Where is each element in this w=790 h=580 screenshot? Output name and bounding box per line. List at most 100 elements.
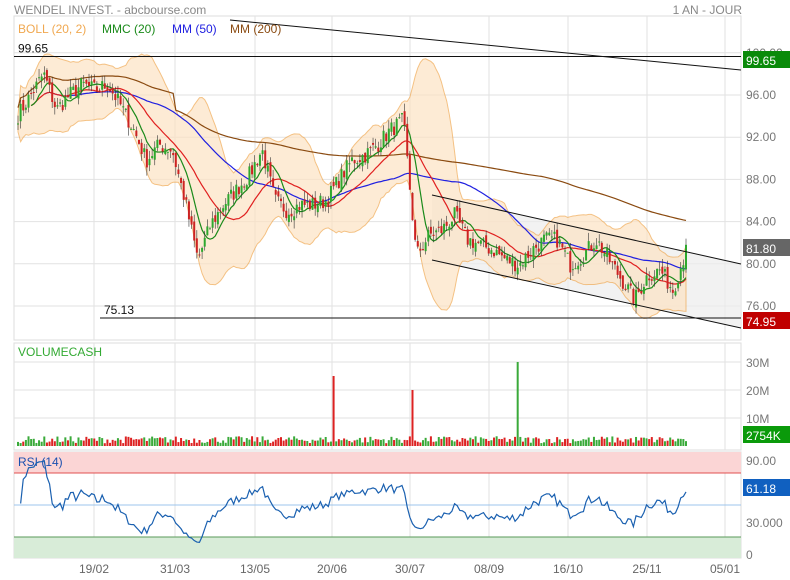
volume-bar <box>356 439 359 446</box>
volume-bar <box>109 442 112 446</box>
candle-body <box>98 90 101 92</box>
candle-body <box>248 166 251 186</box>
candle-body <box>193 221 196 241</box>
volume-bar <box>279 437 282 446</box>
candle-body <box>287 214 290 223</box>
candle-body <box>198 254 201 256</box>
volume-bar <box>293 436 296 446</box>
volume-bar <box>72 441 75 446</box>
candle-body <box>493 252 496 257</box>
volume-bar <box>566 438 569 446</box>
price-tick-label: 96.00 <box>746 88 776 102</box>
volume-bar <box>198 439 201 446</box>
candle-body <box>324 200 327 207</box>
volume-bar <box>669 437 672 446</box>
volume-bar <box>574 441 577 446</box>
candle-body <box>77 87 80 99</box>
candle-body <box>153 147 156 160</box>
volume-bar <box>395 438 398 446</box>
candle-body <box>116 93 119 99</box>
volume-bar <box>495 436 498 446</box>
candle-body <box>119 96 122 105</box>
candle-body <box>435 230 438 233</box>
candle-body <box>382 130 385 148</box>
volume-bar <box>32 438 35 446</box>
volume-bar <box>43 436 46 446</box>
volume-bar <box>151 436 154 446</box>
volume-bar <box>211 438 214 446</box>
volume-bar <box>372 440 375 446</box>
volume-bar <box>95 440 98 446</box>
candle-body <box>88 81 91 86</box>
volume-bar <box>408 436 411 446</box>
candle-body <box>214 215 217 222</box>
volume-bar <box>172 440 175 446</box>
volume-bar <box>88 438 91 446</box>
volume-bar <box>358 437 361 446</box>
candle-body <box>56 105 59 107</box>
candle-body <box>498 246 501 255</box>
candle-body <box>677 283 680 289</box>
volume-bar <box>587 437 590 446</box>
volume-bar <box>56 436 59 446</box>
volume-bar <box>553 442 556 446</box>
candle-body <box>124 108 127 111</box>
volume-tick-label: 30M <box>746 356 769 370</box>
candle-body <box>322 199 325 209</box>
candle-body <box>624 288 627 291</box>
candle-body <box>329 185 332 202</box>
candle-body <box>379 147 382 153</box>
last-price-badge: 81.80 <box>746 242 776 256</box>
candle-body <box>243 186 246 188</box>
volume-bar <box>661 438 664 446</box>
candle-body <box>422 249 425 251</box>
candle-body <box>529 255 532 257</box>
volume-bar <box>569 443 572 446</box>
volume-bar <box>579 440 582 446</box>
volume-bar <box>82 440 85 446</box>
candle-body <box>485 235 488 248</box>
candle-body <box>553 231 556 234</box>
chart-window: WENDEL INVEST. - abcbourse.com 1 AN - JO… <box>0 0 790 580</box>
candle-body <box>114 94 117 101</box>
candle-body <box>32 92 35 94</box>
candle-body <box>177 169 180 175</box>
candle-body <box>295 204 298 214</box>
volume-bar <box>456 439 459 446</box>
volume-bar <box>548 439 551 446</box>
high-badge: 99.65 <box>746 54 776 68</box>
candle-body <box>143 148 146 153</box>
x-tick-label: 31/03 <box>160 562 190 576</box>
x-tick-label: 25/11 <box>632 562 661 576</box>
volume-bar <box>650 437 653 446</box>
volume-bar <box>466 440 469 446</box>
candle-body <box>174 152 177 168</box>
candle-body <box>258 154 261 166</box>
low-level-label: 75.13 <box>104 303 134 317</box>
volume-bar <box>487 440 490 446</box>
candle-body <box>445 221 448 226</box>
volume-bar <box>290 439 293 446</box>
volume-bar <box>159 437 162 446</box>
volume-bar <box>400 442 403 446</box>
volume-bar <box>193 438 196 446</box>
candle-body <box>337 181 340 188</box>
resistance-trendline <box>229 19 742 71</box>
volume-bar <box>682 439 685 446</box>
volume-bar <box>527 437 530 446</box>
volume-bar <box>416 441 419 446</box>
volume-bar <box>656 439 659 446</box>
volume-bar <box>258 442 261 446</box>
volume-bar <box>403 439 406 446</box>
volume-bar <box>177 442 180 446</box>
candle-body <box>269 162 272 177</box>
volume-bar <box>30 439 33 446</box>
volume-bar <box>645 438 648 446</box>
candle-body <box>169 148 172 152</box>
volume-bar <box>298 440 301 446</box>
candle-body <box>619 270 622 279</box>
candle-body <box>59 102 62 104</box>
candle-body <box>466 229 469 245</box>
volume-bar <box>532 438 535 446</box>
candle-body <box>372 142 375 145</box>
